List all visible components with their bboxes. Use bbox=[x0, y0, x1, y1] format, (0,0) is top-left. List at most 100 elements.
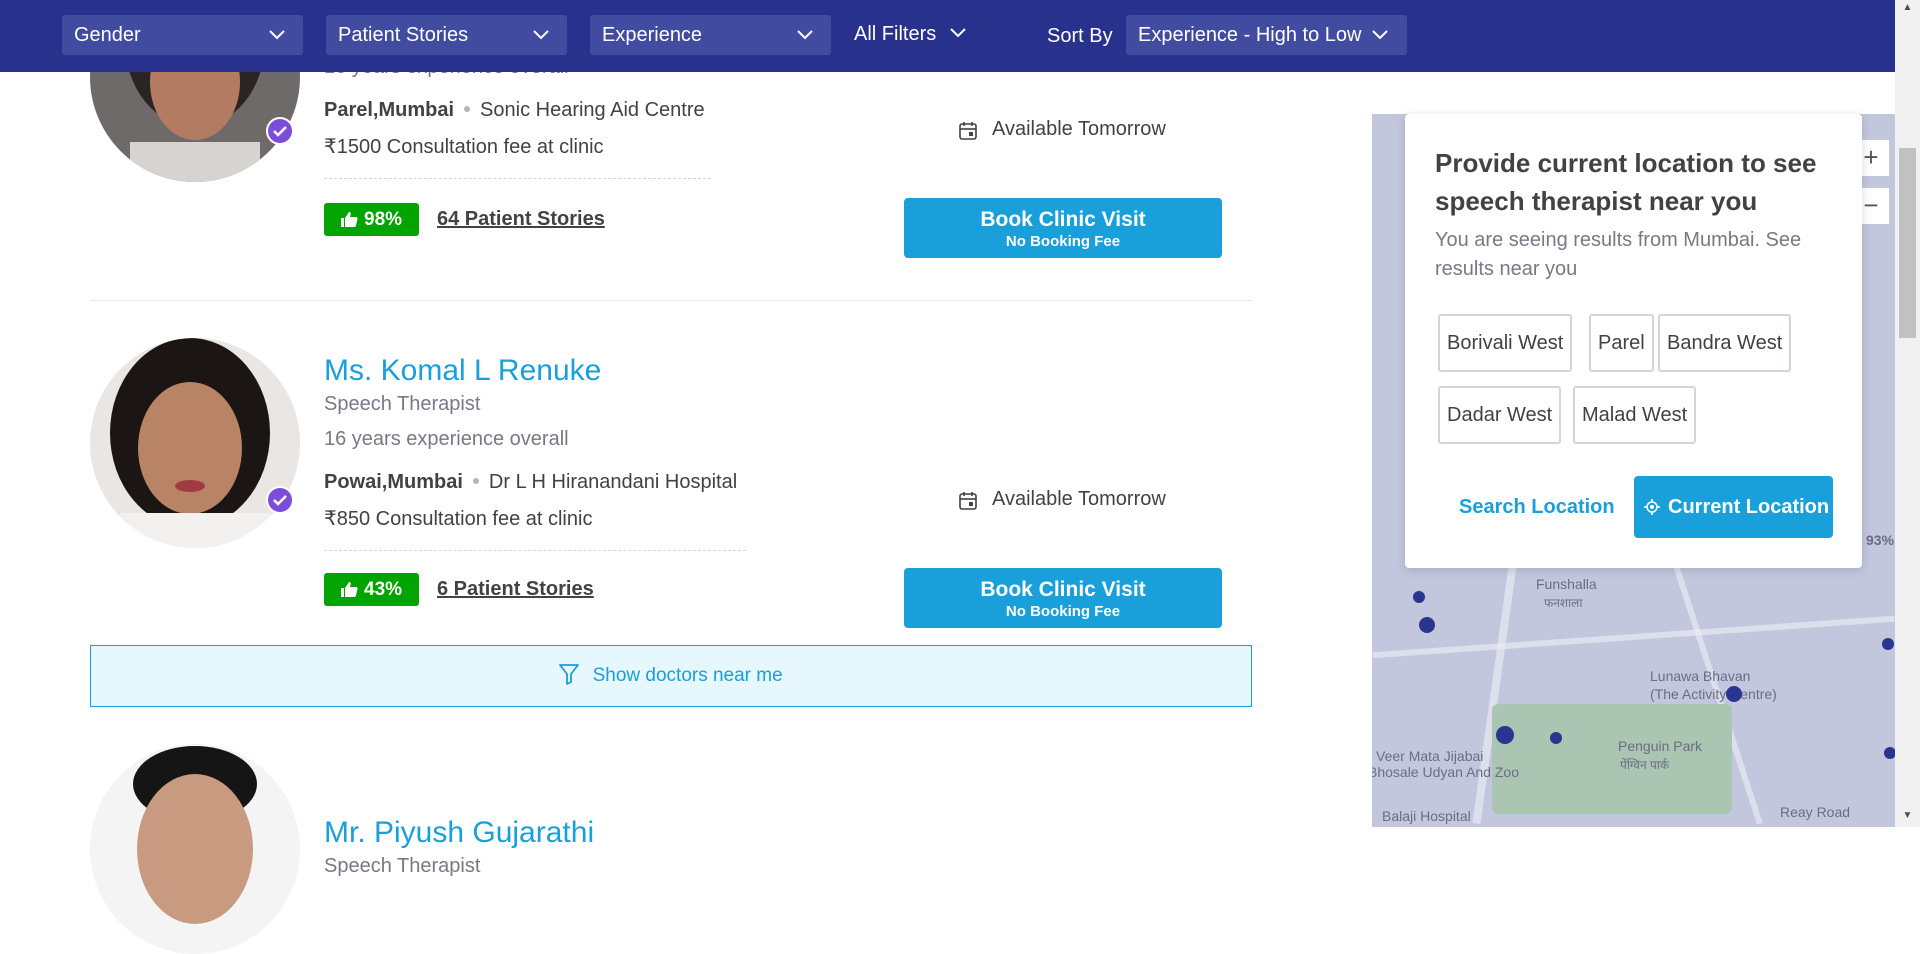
doctor-card: Ms. Komal L Renuke Speech Therapist 16 y… bbox=[90, 338, 1252, 638]
map-label: Funshalla bbox=[1536, 576, 1597, 592]
locality-chip[interactable]: Malad West bbox=[1573, 386, 1697, 444]
doctor-location: Powai,Mumbai Dr L H Hiranandani Hospital bbox=[324, 471, 737, 494]
doctor-fee: ₹1500 Consultation fee at clinic bbox=[324, 136, 604, 158]
book-clinic-visit-button[interactable]: Book Clinic Visit No Booking Fee bbox=[904, 198, 1222, 258]
thumbs-up-icon bbox=[341, 582, 358, 597]
gender-filter-label: Gender bbox=[74, 24, 141, 46]
patient-stories-filter-dropdown[interactable]: Patient Stories bbox=[326, 15, 567, 55]
chevron-down-icon bbox=[269, 30, 285, 40]
popup-subtitle: You are seeing results from Mumbai. See … bbox=[1435, 229, 1802, 280]
doctor-card: Mr. Piyush Gujarathi Speech Therapist bbox=[90, 744, 1252, 954]
locality-chip[interactable]: Borivali West bbox=[1438, 314, 1573, 372]
calendar-icon bbox=[959, 122, 977, 140]
patient-stories-filter-label: Patient Stories bbox=[338, 24, 469, 46]
availability: Available Tomorrow bbox=[958, 118, 1166, 141]
patient-stories-link[interactable]: 6 Patient Stories bbox=[437, 578, 594, 601]
map-doctor-marker[interactable] bbox=[1550, 732, 1562, 744]
doctor-clinic[interactable]: Dr L H Hiranandani Hospital bbox=[489, 471, 737, 493]
book-button-label: Book Clinic Visit bbox=[980, 208, 1146, 231]
experience-filter-dropdown[interactable]: Experience bbox=[590, 15, 831, 55]
sort-by-dropdown[interactable]: Experience - High to Low bbox=[1126, 15, 1407, 55]
locality-chip[interactable]: Dadar West bbox=[1438, 386, 1562, 444]
availability: Available Tomorrow bbox=[958, 488, 1166, 511]
book-button-sublabel: No Booking Fee bbox=[1005, 233, 1121, 250]
doctor-photo bbox=[90, 338, 300, 548]
book-button-label: Book Clinic Visit bbox=[980, 578, 1146, 601]
map-label: Lunawa Bhavan bbox=[1650, 668, 1751, 684]
map-label: Veer Mata Jijabai bbox=[1376, 748, 1484, 764]
book-clinic-visit-button[interactable]: Book Clinic Visit No Booking Fee bbox=[904, 568, 1222, 628]
doctor-specialty: Speech Therapist bbox=[324, 855, 481, 877]
recommendation-percent: 98% bbox=[364, 209, 403, 230]
filter-funnel-icon bbox=[559, 664, 580, 685]
separator-dot bbox=[464, 105, 471, 112]
all-filters-label: All Filters bbox=[854, 23, 937, 45]
chevron-down-icon bbox=[797, 30, 813, 40]
map-label: फनशाला bbox=[1544, 596, 1583, 610]
separator-dot bbox=[472, 477, 479, 484]
locality-chip[interactable]: Parel bbox=[1589, 314, 1654, 372]
doctor-avatar[interactable] bbox=[90, 338, 300, 548]
popup-title: Provide current location to see speech t… bbox=[1435, 148, 1817, 216]
dashed-divider bbox=[324, 178, 711, 179]
verified-badge-icon bbox=[266, 117, 294, 145]
doctor-photo bbox=[90, 744, 300, 954]
experience-filter-label: Experience bbox=[602, 24, 703, 46]
sort-by-label: Sort By bbox=[1047, 25, 1113, 47]
map-doctor-marker[interactable] bbox=[1413, 591, 1425, 603]
doctor-location: Parel,Mumbai Sonic Hearing Aid Centre bbox=[324, 99, 705, 122]
current-location-button[interactable]: Current Location bbox=[1634, 476, 1833, 538]
map-label: पेंग्विन पार्क bbox=[1620, 758, 1670, 772]
recommendation-badge: 98% bbox=[324, 203, 419, 236]
doctor-clinic[interactable]: Sonic Hearing Aid Centre bbox=[480, 99, 705, 121]
show-doctors-near-me-button[interactable]: Show doctors near me bbox=[90, 645, 1252, 707]
map-doctor-marker[interactable] bbox=[1726, 686, 1742, 702]
map-doctor-marker[interactable] bbox=[1884, 747, 1895, 759]
doctor-locality[interactable]: Parel,Mumbai bbox=[324, 99, 454, 121]
map-label: Bhosale Udyan And Zoo bbox=[1372, 764, 1519, 780]
all-filters-dropdown[interactable]: All Filters bbox=[854, 15, 984, 55]
doctor-fee: ₹850 Consultation fee at clinic bbox=[324, 508, 593, 530]
chevron-down-icon bbox=[1372, 30, 1388, 40]
location-prompt-popup: Provide current location to see speech t… bbox=[1405, 114, 1862, 568]
doctor-experience: 16 years experience overall bbox=[324, 428, 569, 450]
current-location-label: Current Location bbox=[1668, 496, 1830, 518]
thumbs-up-icon bbox=[341, 212, 358, 227]
doctor-locality[interactable]: Powai,Mumbai bbox=[324, 471, 463, 493]
sort-by-value: Experience - High to Low bbox=[1138, 24, 1362, 46]
search-location-link[interactable]: Search Location bbox=[1459, 496, 1615, 519]
map-doctor-marker[interactable] bbox=[1496, 726, 1514, 744]
doctor-specialty: Speech Therapist bbox=[324, 393, 481, 415]
map-label: Reay Road bbox=[1780, 804, 1851, 820]
doctor-avatar[interactable] bbox=[90, 744, 300, 954]
scrollbar-thumb[interactable] bbox=[1899, 148, 1916, 338]
locality-chip[interactable]: Bandra West bbox=[1658, 314, 1792, 372]
map-label: 93% bbox=[1866, 532, 1895, 548]
availability-text: Available Tomorrow bbox=[992, 488, 1166, 510]
map-doctor-marker[interactable] bbox=[1882, 638, 1894, 650]
gender-filter-dropdown[interactable]: Gender bbox=[62, 15, 303, 55]
map-label: Penguin Park bbox=[1618, 738, 1703, 754]
map-doctor-marker[interactable] bbox=[1419, 617, 1435, 633]
show-doctors-near-me-label: Show doctors near me bbox=[592, 665, 783, 686]
card-divider bbox=[90, 300, 1252, 301]
filter-bar: Gender Patient Stories Experience All Fi… bbox=[0, 0, 1895, 72]
map-label: Balaji Hospital bbox=[1382, 808, 1471, 824]
dashed-divider bbox=[324, 550, 746, 551]
availability-text: Available Tomorrow bbox=[992, 118, 1166, 140]
locate-target-icon bbox=[1644, 499, 1660, 515]
map-label: (The Activity Centre) bbox=[1650, 686, 1777, 702]
book-button-sublabel: No Booking Fee bbox=[1005, 603, 1121, 620]
chevron-down-icon bbox=[533, 30, 549, 40]
scroll-up-arrow-icon[interactable]: ▲ bbox=[1899, 2, 1916, 16]
doctor-name-link[interactable]: Mr. Piyush Gujarathi bbox=[324, 816, 594, 850]
verified-badge-icon bbox=[266, 486, 294, 514]
recommendation-percent: 43% bbox=[364, 579, 403, 600]
calendar-icon bbox=[959, 492, 977, 510]
page-scrollbar[interactable] bbox=[1895, 0, 1920, 827]
patient-stories-link[interactable]: 64 Patient Stories bbox=[437, 208, 605, 231]
chevron-down-icon bbox=[950, 28, 966, 38]
scroll-down-arrow-icon[interactable]: ▼ bbox=[1899, 810, 1916, 824]
doctor-name-link[interactable]: Ms. Komal L Renuke bbox=[324, 354, 601, 388]
recommendation-badge: 43% bbox=[324, 573, 419, 606]
